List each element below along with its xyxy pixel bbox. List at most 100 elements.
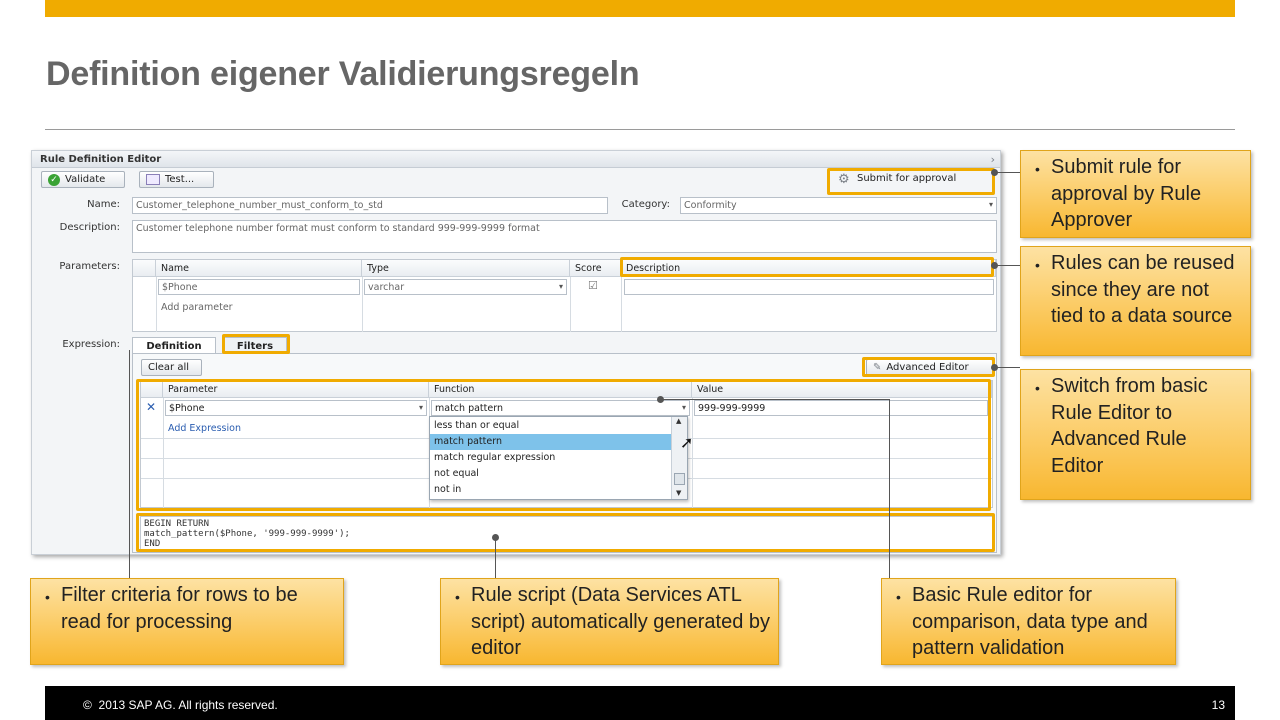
grid-line (156, 277, 157, 332)
chevron-down-icon: ▾ (418, 403, 423, 412)
chevron-down-icon: ▾ (988, 200, 993, 209)
grid-line (692, 398, 693, 508)
bullet-icon: • (1035, 380, 1040, 396)
function-dropdown-list[interactable]: less than or equal match pattern match r… (429, 416, 688, 500)
script-line: END (144, 539, 161, 549)
name-field[interactable]: Customer_telephone_number_must_conform_t… (132, 197, 608, 214)
edit-icon: ✎ (873, 362, 882, 373)
category-label: Category: (621, 199, 670, 210)
callout-submit: • Submit rule for approval by Rule Appro… (1020, 150, 1251, 238)
callout-script: • Rule script (Data Services ATL script)… (440, 578, 779, 665)
connector-dot (492, 534, 499, 541)
bullet-icon: • (455, 589, 460, 605)
test-label: Test... (165, 174, 195, 185)
param-header-select (133, 260, 156, 277)
category-select[interactable]: Conformity ▾ (680, 197, 997, 214)
scroll-up-icon[interactable]: ▲ (676, 417, 681, 425)
rule-script-area[interactable]: BEGIN RETURN match_pattern($Phone, '999-9… (140, 516, 993, 551)
page-number: 13 (1211, 698, 1225, 712)
connector-dot (991, 364, 998, 371)
advanced-editor-button[interactable]: ✎ Advanced Editor (866, 359, 993, 376)
expr-header-value: Value (692, 381, 992, 398)
slide-title: Definition eigener Validierungsregeln (46, 55, 640, 93)
function-option[interactable]: match regular expression (430, 450, 671, 466)
category-value: Conformity (684, 200, 737, 211)
copyright-text: © 2013 SAP AG. All rights reserved. (83, 698, 278, 712)
tab-filters[interactable]: Filters (223, 337, 287, 354)
callout-basic-text: Basic Rule editor for comparison, data t… (912, 584, 1148, 659)
function-option[interactable]: not in (430, 482, 671, 498)
function-option[interactable]: not equal (430, 466, 671, 482)
advanced-editor-label: Advanced Editor (886, 362, 969, 373)
name-label: Name: (87, 199, 120, 210)
callout-filter-text: Filter criteria for rows to be read for … (61, 584, 298, 633)
callout-basic: • Basic Rule editor for comparison, data… (881, 578, 1176, 665)
top-accent-bar (45, 0, 1235, 17)
add-expression-link[interactable]: Add Expression (168, 423, 241, 434)
param-header-type: Type (362, 260, 570, 277)
param-name-cell[interactable]: $Phone (158, 279, 360, 295)
connector-line (995, 265, 1020, 266)
expr-function-value: match pattern (435, 403, 503, 414)
parameters-label: Parameters: (59, 261, 120, 272)
script-line: match_pattern($Phone, '999-999-9999'); (144, 529, 350, 539)
param-description-cell[interactable] (624, 279, 994, 295)
callout-advanced: • Switch from basic Rule Editor to Advan… (1020, 369, 1251, 500)
grid-line (570, 277, 571, 332)
script-line: BEGIN RETURN (144, 519, 210, 529)
callout-script-text: Rule script (Data Services ATL script) a… (471, 584, 771, 659)
dropdown-scrollbar[interactable]: ▲ ▼ (671, 417, 687, 499)
bullet-icon: • (896, 589, 901, 605)
submit-for-approval-button[interactable]: ⚙ Submit for approval (832, 171, 992, 188)
param-header-description: Description (621, 260, 996, 277)
validate-button[interactable]: ✓ Validate (41, 171, 125, 188)
chevron-down-icon: ▾ (681, 403, 686, 412)
connector-line (995, 172, 1020, 173)
expr-header-parameter: Parameter (163, 381, 429, 398)
description-field[interactable]: Customer telephone number format must co… (132, 220, 997, 253)
callout-submit-text: Submit rule for approval by Rule Approve… (1051, 156, 1202, 231)
grid-line (621, 277, 622, 332)
function-option[interactable]: less than or equal (430, 418, 671, 434)
clear-all-button[interactable]: Clear all (141, 359, 202, 376)
close-icon[interactable]: › (991, 153, 995, 166)
connector-line (889, 399, 890, 578)
add-parameter-link[interactable]: Add parameter (161, 302, 233, 313)
callout-advanced-text: Switch from basic Rule Editor to Advance… (1051, 375, 1208, 477)
score-checkbox[interactable]: ☑ (588, 279, 598, 292)
submit-label: Submit for approval (857, 173, 957, 184)
connector-line (495, 537, 496, 578)
connector-line (995, 367, 1020, 368)
connector-line (660, 399, 890, 400)
delete-row-icon[interactable]: ✕ (146, 400, 156, 414)
param-type-value: varchar (368, 282, 405, 293)
expr-function-cell[interactable]: match pattern ▾ (431, 400, 690, 416)
copyright-label: 2013 SAP AG. All rights reserved. (98, 698, 278, 712)
grid-line (163, 398, 164, 508)
test-button[interactable]: Test... (139, 171, 214, 188)
bullet-icon: • (1035, 257, 1040, 273)
connector-dot (991, 262, 998, 269)
test-icon (146, 174, 160, 185)
connector-dot (657, 396, 664, 403)
bullet-icon: • (45, 589, 50, 605)
function-option-selected[interactable]: match pattern (430, 434, 671, 450)
tab-definition[interactable]: Definition (132, 337, 216, 354)
gear-icon: ⚙ (838, 172, 850, 187)
grid-line (362, 277, 363, 332)
validate-label: Validate (65, 174, 106, 185)
scroll-down-icon[interactable]: ▼ (676, 489, 681, 497)
param-type-cell[interactable]: varchar ▾ (364, 279, 567, 295)
check-icon: ✓ (48, 174, 60, 186)
expr-header-select (141, 381, 163, 398)
expr-parameter-cell[interactable]: $Phone ▾ (165, 400, 427, 416)
copyright-icon: © (83, 698, 92, 712)
expr-value-cell[interactable]: 999-999-9999 (694, 400, 988, 416)
scroll-thumb[interactable] (674, 473, 685, 485)
footer-bar: © 2013 SAP AG. All rights reserved. 13 (45, 686, 1235, 720)
callout-reuse: • Rules can be reused since they are not… (1020, 246, 1251, 356)
callout-filter: • Filter criteria for rows to be read fo… (30, 578, 344, 665)
callout-reuse-text: Rules can be reused since they are not t… (1051, 252, 1235, 327)
slide: Definition eigener Validierungsregeln Ru… (0, 0, 1280, 720)
param-header-score: Score (570, 260, 621, 277)
